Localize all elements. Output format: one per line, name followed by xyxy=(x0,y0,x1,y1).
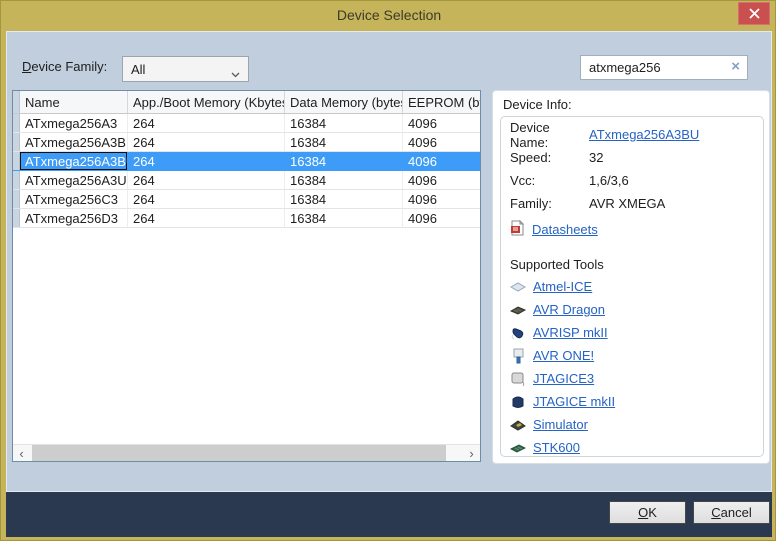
speed-label: Speed: xyxy=(510,150,589,165)
tool-row: Atmel-ICE xyxy=(510,275,763,298)
footer-bar: OK Cancel xyxy=(6,492,772,537)
scrollbar-thumb[interactable] xyxy=(32,445,446,461)
stk600-icon xyxy=(510,440,527,456)
tool-row: JTAGICE3 xyxy=(510,367,763,390)
table-row[interactable]: ATxmega256A3B 264 16384 4096 xyxy=(13,133,480,152)
scroll-left-icon[interactable]: ‹ xyxy=(13,445,30,461)
row-header-corner xyxy=(13,91,20,113)
family-row: Family: AVR XMEGA xyxy=(510,192,763,215)
vcc-label: Vcc: xyxy=(510,173,589,188)
speed-row: Speed: 32 xyxy=(510,146,763,169)
tool-link[interactable]: JTAGICE mkII xyxy=(533,394,615,409)
device-info-title: Device Info: xyxy=(503,97,572,112)
pdf-icon xyxy=(510,220,525,239)
family-label: Family: xyxy=(510,196,589,211)
tool-link[interactable]: JTAGICE3 xyxy=(533,371,594,386)
column-header-data-memory[interactable]: Data Memory (bytes) xyxy=(285,91,403,113)
supported-tools-title: Supported Tools xyxy=(510,253,763,275)
vcc-row: Vcc: 1,6/3,6 xyxy=(510,169,763,192)
device-family-value: All xyxy=(131,62,145,77)
chevron-down-icon xyxy=(231,66,240,81)
datasheets-row: Datasheets xyxy=(510,217,763,241)
tool-row: AVRISP mkII xyxy=(510,321,763,344)
cancel-button[interactable]: Cancel xyxy=(693,501,770,524)
close-button[interactable] xyxy=(738,2,770,25)
tool-link[interactable]: AVR ONE! xyxy=(533,348,594,363)
device-name-row: Device Name: ATxmega256A3BU xyxy=(510,123,763,146)
tool-row: Simulator xyxy=(510,413,763,436)
row-header xyxy=(13,152,20,170)
family-value: AVR XMEGA xyxy=(589,196,665,211)
tool-link[interactable]: AVR Dragon xyxy=(533,302,605,317)
tool-row: JTAGICE mkII xyxy=(510,390,763,413)
device-name-link[interactable]: ATxmega256A3BU xyxy=(589,127,699,142)
atmel-ice-icon xyxy=(510,279,527,295)
tool-link[interactable]: STK600 xyxy=(533,440,580,455)
avrisp-mkii-icon xyxy=(510,325,527,341)
column-header-name[interactable]: Name xyxy=(20,91,128,113)
tool-link[interactable]: Simulator xyxy=(533,417,588,432)
device-info-panel: Device Info: Device Name: ATxmega256A3BU… xyxy=(492,90,770,464)
dialog-content: Device Family: All × Name App./Boot Memo… xyxy=(6,31,772,492)
device-table: Name App./Boot Memory (Kbytes) Data Memo… xyxy=(12,90,481,462)
vcc-value: 1,6/3,6 xyxy=(589,173,629,188)
row-header xyxy=(13,114,20,132)
ok-button[interactable]: OK xyxy=(609,501,686,524)
scroll-right-icon[interactable]: › xyxy=(463,445,480,461)
table-row[interactable]: ATxmega256D3 264 16384 4096 xyxy=(13,209,480,228)
table-header-row: Name App./Boot Memory (Kbytes) Data Memo… xyxy=(13,91,480,114)
tool-row: AVR Dragon xyxy=(510,298,763,321)
device-family-label: Device Family: xyxy=(22,59,107,74)
simulator-icon xyxy=(510,417,527,433)
device-selection-dialog: Device Selection Device Family: All × Na… xyxy=(0,0,776,541)
jtagice3-icon xyxy=(510,371,527,387)
clear-search-icon[interactable]: × xyxy=(731,58,740,75)
speed-value: 32 xyxy=(589,150,603,165)
row-header xyxy=(13,171,20,189)
window-title: Device Selection xyxy=(1,7,776,23)
column-header-app-boot-memory[interactable]: App./Boot Memory (Kbytes) xyxy=(128,91,285,113)
datasheets-link[interactable]: Datasheets xyxy=(532,222,598,237)
table-row[interactable]: ATxmega256C3 264 16384 4096 xyxy=(13,190,480,209)
tool-link[interactable]: AVRISP mkII xyxy=(533,325,608,340)
device-name-label: Device Name: xyxy=(510,120,589,150)
row-header xyxy=(13,209,20,227)
avr-one-icon xyxy=(510,348,527,364)
avr-dragon-icon xyxy=(510,302,527,318)
search-input[interactable] xyxy=(581,56,721,79)
row-header xyxy=(13,190,20,208)
search-box: × xyxy=(580,55,748,80)
device-family-select[interactable]: All xyxy=(122,56,249,82)
column-header-eeprom[interactable]: EEPROM (bytes) xyxy=(403,91,480,113)
tool-row: STK600 xyxy=(510,436,763,457)
jtagice-mkii-icon xyxy=(510,394,527,410)
tool-row: AVR ONE! xyxy=(510,344,763,367)
close-icon xyxy=(749,8,760,19)
tool-link[interactable]: Atmel-ICE xyxy=(533,279,592,294)
horizontal-scrollbar[interactable]: ‹ › xyxy=(13,444,480,461)
row-header xyxy=(13,133,20,151)
device-info-box: Device Name: ATxmega256A3BU Speed: 32 Vc… xyxy=(500,116,764,457)
title-bar: Device Selection xyxy=(1,1,776,31)
table-row[interactable]: ATxmega256A3U 264 16384 4096 xyxy=(13,171,480,190)
table-row-selected[interactable]: ATxmega256A3BU 264 16384 4096 xyxy=(13,152,480,171)
table-row[interactable]: ATxmega256A3 264 16384 4096 xyxy=(13,114,480,133)
